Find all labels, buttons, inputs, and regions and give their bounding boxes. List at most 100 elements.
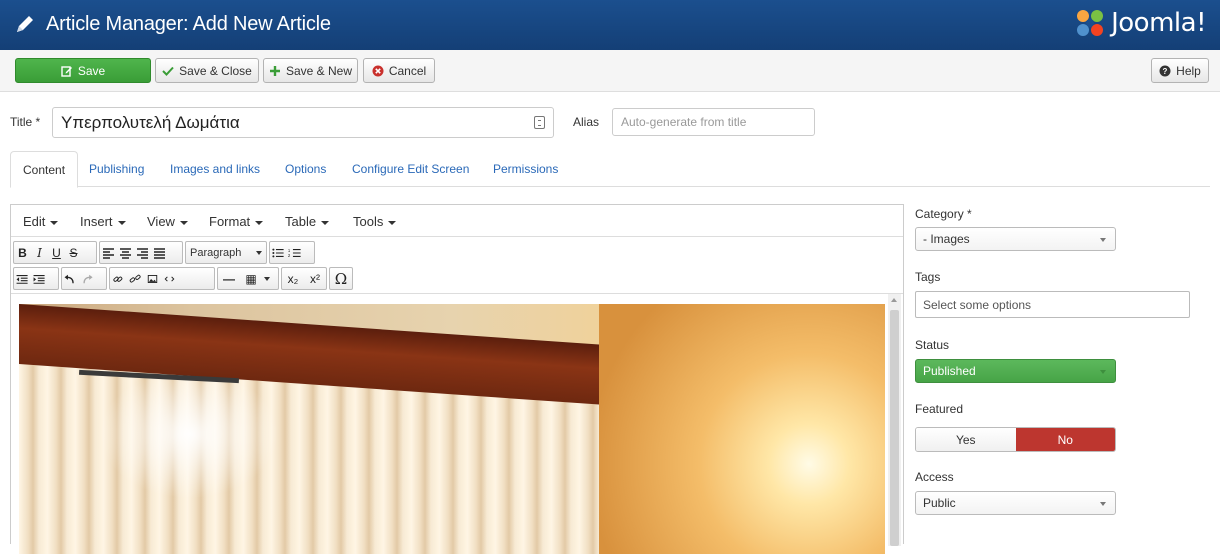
pencil-icon (17, 16, 33, 32)
category-value: - Images (923, 232, 970, 246)
chevron-down-icon (117, 220, 126, 225)
featured-yes-button[interactable]: Yes (916, 428, 1016, 451)
align-center-icon[interactable] (117, 247, 134, 259)
align-right-icon[interactable] (134, 247, 151, 259)
svg-text:2: 2 (288, 253, 291, 258)
horizontal-rule-button[interactable]: — (218, 272, 240, 286)
chevron-down-icon (264, 276, 270, 281)
strikethrough-button[interactable]: S (65, 246, 82, 260)
check-icon (162, 66, 174, 76)
code-icon[interactable] (161, 273, 178, 285)
script-group: x₂ x² (281, 267, 327, 290)
save-close-button[interactable]: Save & Close (155, 58, 259, 83)
status-value: Published (923, 364, 976, 378)
alias-field[interactable]: Auto-generate from title (612, 108, 815, 136)
tab-images-and-links[interactable]: Images and links (170, 151, 260, 187)
category-select[interactable]: - Images (915, 227, 1116, 251)
chevron-down-icon (388, 220, 397, 225)
menu-table[interactable]: Table (285, 214, 330, 229)
chevron-down-icon (1100, 370, 1106, 374)
action-toolbar: Save Save & Close Save & New Cancel ? He… (0, 50, 1220, 92)
joomla-brand[interactable]: Joomla! (1075, 8, 1206, 38)
chevron-down-icon (50, 220, 59, 225)
undo-icon[interactable] (62, 273, 79, 285)
editor-menubar: Edit Insert View Format Table Tools (11, 205, 903, 237)
redo-icon[interactable] (79, 273, 96, 285)
tags-placeholder: Select some options (923, 297, 1032, 312)
access-value: Public (923, 496, 956, 510)
tab-permissions[interactable]: Permissions (493, 151, 558, 187)
alias-placeholder: Auto-generate from title (621, 115, 747, 129)
tab-publishing[interactable]: Publishing (89, 151, 144, 187)
svg-text:1: 1 (288, 248, 291, 253)
title-label: Title * (10, 115, 41, 129)
featured-label: Featured (915, 402, 964, 416)
bold-button[interactable]: B (14, 246, 31, 260)
numbered-list-icon[interactable]: 12 (287, 247, 304, 259)
bullet-list-icon[interactable] (270, 247, 287, 259)
status-select[interactable]: Published (915, 359, 1116, 383)
status-label: Status (915, 338, 950, 352)
cancel-button[interactable]: Cancel (363, 58, 435, 83)
save-close-label: Save & Close (179, 63, 252, 78)
format-group: B I U S (13, 241, 97, 264)
save-button[interactable]: Save (15, 58, 151, 83)
title-field[interactable]: Υπερπολυτελή Δωμάτια (52, 107, 554, 138)
unlink-icon[interactable] (127, 273, 144, 285)
scrollbar-thumb[interactable] (890, 310, 899, 546)
image-icon[interactable] (144, 273, 161, 285)
align-justify-icon[interactable] (151, 247, 168, 259)
help-button[interactable]: ? Help (1151, 58, 1209, 83)
page-title: Article Manager: Add New Article (46, 13, 331, 35)
save-label: Save (77, 63, 106, 78)
italic-button[interactable]: I (31, 246, 48, 260)
tags-input[interactable]: Select some options (915, 291, 1190, 318)
featured-toggle: Yes No (915, 427, 1116, 452)
scroll-up-icon[interactable] (891, 298, 897, 302)
language-icon[interactable] (534, 116, 545, 129)
paragraph-select-value: Paragraph (190, 246, 242, 259)
editor-scrollbar[interactable] (888, 294, 901, 546)
outdent-icon[interactable] (14, 273, 31, 285)
tab-content[interactable]: Content (10, 151, 79, 188)
tinymce-editor: Edit Insert View Format Table Tools B I … (10, 204, 904, 554)
insert-group (109, 267, 215, 290)
menu-tools[interactable]: Tools (353, 214, 397, 229)
link-icon[interactable] (110, 273, 127, 285)
subscript-button[interactable]: x₂ (282, 272, 304, 286)
tab-options[interactable]: Options (285, 151, 326, 187)
align-left-icon[interactable] (100, 247, 117, 259)
indent-group (13, 267, 59, 290)
list-group: 12 (269, 241, 315, 264)
underline-button[interactable]: U (48, 246, 65, 260)
featured-no-button[interactable]: No (1015, 428, 1115, 451)
admin-header: Article Manager: Add New Article Joomla! (0, 0, 1220, 50)
title-value: Υπερπολυτελή Δωμάτια (61, 112, 240, 132)
edit-icon (61, 65, 72, 77)
save-new-button[interactable]: Save & New (263, 58, 358, 83)
chevron-down-icon (321, 220, 330, 225)
tab-configure-edit-screen[interactable]: Configure Edit Screen (352, 151, 469, 187)
cancel-icon (372, 65, 384, 76)
chevron-down-icon (256, 251, 262, 255)
plus-icon (269, 65, 280, 76)
paragraph-select[interactable]: Paragraph (185, 241, 267, 264)
superscript-button[interactable]: x² (304, 272, 326, 286)
menu-edit[interactable]: Edit (23, 214, 59, 229)
brand-text: Joomla! (1111, 8, 1206, 38)
menu-insert[interactable]: Insert (80, 214, 126, 229)
editor-content-area[interactable] (11, 293, 903, 554)
menu-format[interactable]: Format (209, 214, 264, 229)
tags-label: Tags (915, 270, 941, 284)
indent-icon[interactable] (31, 273, 48, 285)
table-button[interactable]: ▦ (240, 272, 262, 286)
special-character-button[interactable]: Ω (330, 270, 352, 288)
alias-label: Alias (573, 115, 600, 129)
access-select[interactable]: Public (915, 491, 1116, 515)
hr-table-group: — ▦ (217, 267, 279, 290)
cancel-label: Cancel (388, 63, 427, 78)
photo-window-glow (99, 369, 279, 499)
svg-text:?: ? (1163, 67, 1168, 76)
save-new-label: Save & New (285, 63, 353, 78)
menu-view[interactable]: View (147, 214, 188, 229)
